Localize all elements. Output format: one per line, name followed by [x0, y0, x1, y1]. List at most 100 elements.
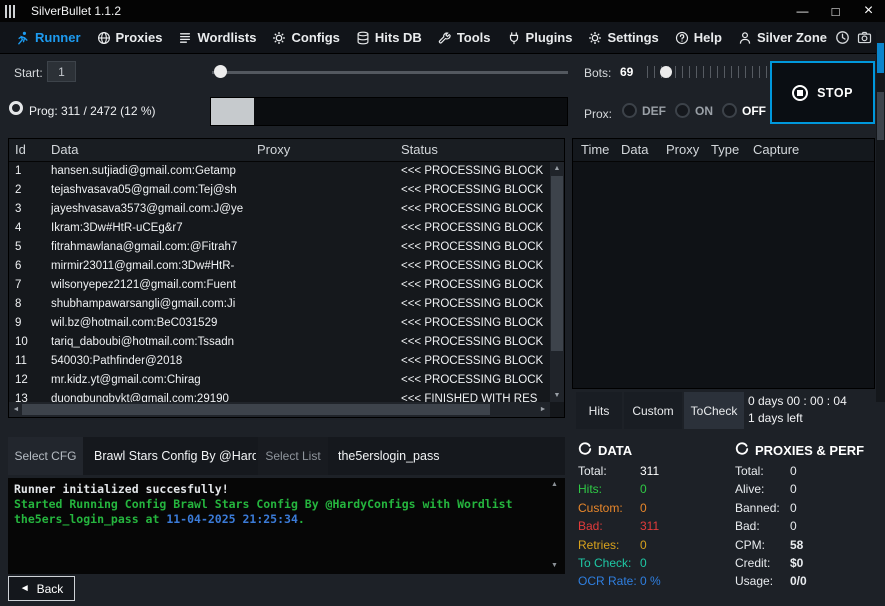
- menu-item-runner[interactable]: Runner: [8, 22, 89, 53]
- table-row[interactable]: 13 duongbungbvkt@gmail.com:29190 <<< FIN…: [9, 390, 550, 402]
- prox-option-def[interactable]: DEF: [622, 103, 666, 118]
- scroll-right-icon[interactable]: ►: [536, 403, 550, 416]
- cell-data: shubhampawarsangli@gmail.com:Ji: [51, 295, 253, 314]
- log-scroll-down-icon[interactable]: ▼: [551, 562, 558, 569]
- menu-item-proxies[interactable]: Proxies: [89, 22, 171, 53]
- scroll-thumb-active[interactable]: [877, 43, 884, 73]
- tab-hits[interactable]: Hits: [576, 392, 622, 429]
- stat-row: Usage:0/0: [735, 572, 883, 590]
- config-name: Brawl Stars Config By @HardyCo: [94, 437, 256, 475]
- stop-button[interactable]: STOP: [770, 61, 875, 124]
- menu-item-label: Proxies: [116, 30, 163, 45]
- table-row[interactable]: 12 mr.kidz.yt@gmail.com:Chirag <<< PROCE…: [9, 371, 550, 390]
- menu-item-plugins[interactable]: Plugins: [499, 22, 581, 53]
- results-horizontal-scrollbar[interactable]: ◄ ►: [9, 402, 550, 417]
- table-row[interactable]: 5 fitrahmawlana@gmail.com:@Fitrah7 <<< P…: [9, 238, 550, 257]
- table-row[interactable]: 4 Ikram:3Dw#HtR-uCEg&r7 <<< PROCESSING B…: [9, 219, 550, 238]
- table-row[interactable]: 1 hansen.sutjiadi@gmail.com:Getamp <<< P…: [9, 162, 550, 181]
- tab-tocheck[interactable]: ToCheck: [684, 392, 744, 429]
- cell-data: tariq_daboubi@hotmail.com:Tssadn: [51, 333, 253, 352]
- log-scroll-up-icon[interactable]: ▲: [551, 481, 558, 488]
- back-label: Back: [37, 582, 64, 596]
- back-arrow-icon: ◄: [20, 583, 30, 594]
- cell-status: <<< PROCESSING BLOCK: [401, 219, 548, 238]
- window-scrollbar[interactable]: [876, 30, 885, 402]
- tab-custom[interactable]: Custom: [624, 392, 682, 429]
- col-data: Data: [51, 142, 78, 157]
- proxies-stats-header: PROXIES & PERF: [735, 441, 883, 459]
- menu-item-label: Plugins: [526, 30, 573, 45]
- maximize-button[interactable]: □: [819, 0, 852, 22]
- table-row[interactable]: 7 wilsonyepez2121@gmail.com:Fuent <<< PR…: [9, 276, 550, 295]
- wrench-icon: [438, 31, 452, 45]
- menu-item-silverzone[interactable]: Silver Zone: [730, 22, 835, 53]
- menu-bar: Runner Proxies Wordlists Configs Hits DB…: [0, 22, 885, 54]
- start-label: Start:: [14, 66, 43, 80]
- help-icon: [675, 31, 689, 45]
- stat-row: To Check:0: [578, 554, 730, 572]
- table-row[interactable]: 8 shubhampawarsangli@gmail.com:Ji <<< PR…: [9, 295, 550, 314]
- results-vertical-scrollbar[interactable]: ▲ ▼: [550, 162, 564, 402]
- scroll-left-icon[interactable]: ◄: [9, 403, 23, 416]
- cell-data: mirmir23011@gmail.com:3Dw#HtR-: [51, 257, 253, 276]
- stat-row: Banned:0: [735, 499, 883, 517]
- camera-icon[interactable]: [857, 30, 872, 45]
- bots-slider[interactable]: [647, 60, 767, 84]
- start-input[interactable]: [47, 61, 76, 82]
- bots-slider-thumb[interactable]: [660, 66, 672, 78]
- stop-icon: [792, 85, 808, 101]
- settings-gear-icon: [588, 31, 602, 45]
- table-row[interactable]: 10 tariq_daboubi@hotmail.com:Tssadn <<< …: [9, 333, 550, 352]
- log-line: Started Running Config Brawl Stars Confi…: [14, 497, 547, 527]
- cell-status: <<< PROCESSING BLOCK: [401, 371, 548, 390]
- scroll-up-icon[interactable]: ▲: [550, 162, 564, 175]
- progress-bar: [210, 97, 568, 126]
- vertical-scroll-thumb[interactable]: [551, 176, 563, 351]
- back-button[interactable]: ◄ Back: [8, 576, 75, 601]
- title-bar: SilverBullet 1.1.2 — □ ×: [0, 0, 885, 22]
- stat-row: Credit:$0: [735, 554, 883, 572]
- menu-item-wordlists[interactable]: Wordlists: [170, 22, 264, 53]
- table-row[interactable]: 6 mirmir23011@gmail.com:3Dw#HtR- <<< PRO…: [9, 257, 550, 276]
- select-list-button[interactable]: Select List: [258, 437, 328, 475]
- database-icon: [356, 31, 370, 45]
- minimize-button[interactable]: —: [786, 0, 819, 22]
- log-line: Runner initialized succesfully!: [14, 482, 547, 497]
- stat-value: 0 %: [640, 572, 661, 590]
- table-row[interactable]: 9 wil.bz@hotmail.com:BeC031529 <<< PROCE…: [9, 314, 550, 333]
- menu-item-settings[interactable]: Settings: [580, 22, 666, 53]
- table-row[interactable]: 2 tejashvasava05@gmail.com:Tej@sh <<< PR…: [9, 181, 550, 200]
- stat-label: CPM:: [735, 536, 790, 554]
- scroll-down-icon[interactable]: ▼: [550, 389, 564, 402]
- menu-item-label: Silver Zone: [757, 30, 827, 45]
- cell-data: jayeshvasava3573@gmail.com:J@ye: [51, 200, 253, 219]
- menu-item-tools[interactable]: Tools: [430, 22, 499, 53]
- app-window: SilverBullet 1.1.2 — □ × Runner Proxies …: [0, 0, 885, 606]
- stat-label: Retries:: [578, 536, 640, 554]
- start-slider[interactable]: [212, 64, 568, 80]
- select-cfg-button[interactable]: Select CFG: [8, 437, 83, 475]
- horizontal-scroll-thumb[interactable]: [22, 404, 490, 415]
- menu-item-help[interactable]: Help: [667, 22, 730, 53]
- stat-value: 0: [790, 499, 797, 517]
- cell-id: 10: [15, 333, 47, 352]
- menu-item-label: Settings: [607, 30, 658, 45]
- table-row[interactable]: 3 jayeshvasava3573@gmail.com:J@ye <<< PR…: [9, 200, 550, 219]
- menu-item-hitsdb[interactable]: Hits DB: [348, 22, 430, 53]
- menu-item-configs[interactable]: Configs: [264, 22, 347, 53]
- cell-data: Ikram:3Dw#HtR-uCEg&r7: [51, 219, 253, 238]
- progress-label: Prog:: [29, 104, 58, 118]
- stat-row: CPM:58: [735, 536, 883, 554]
- history-icon[interactable]: [835, 30, 850, 45]
- data-stats-rows: Total:311Hits:0Custom:0Bad:311Retries:0T…: [578, 462, 730, 591]
- close-button[interactable]: ×: [852, 0, 885, 22]
- stat-label: To Check:: [578, 554, 640, 572]
- prox-option-on[interactable]: ON: [675, 103, 713, 118]
- table-row[interactable]: 11 540030:Pathfinder@2018 <<< PROCESSING…: [9, 352, 550, 371]
- start-slider-thumb[interactable]: [214, 65, 227, 78]
- col-status: Status: [401, 142, 438, 157]
- cell-data: wil.bz@hotmail.com:BeC031529: [51, 314, 253, 333]
- prox-option-off[interactable]: OFF: [722, 103, 766, 118]
- start-slider-track[interactable]: [212, 71, 568, 74]
- scroll-thumb[interactable]: [877, 92, 884, 140]
